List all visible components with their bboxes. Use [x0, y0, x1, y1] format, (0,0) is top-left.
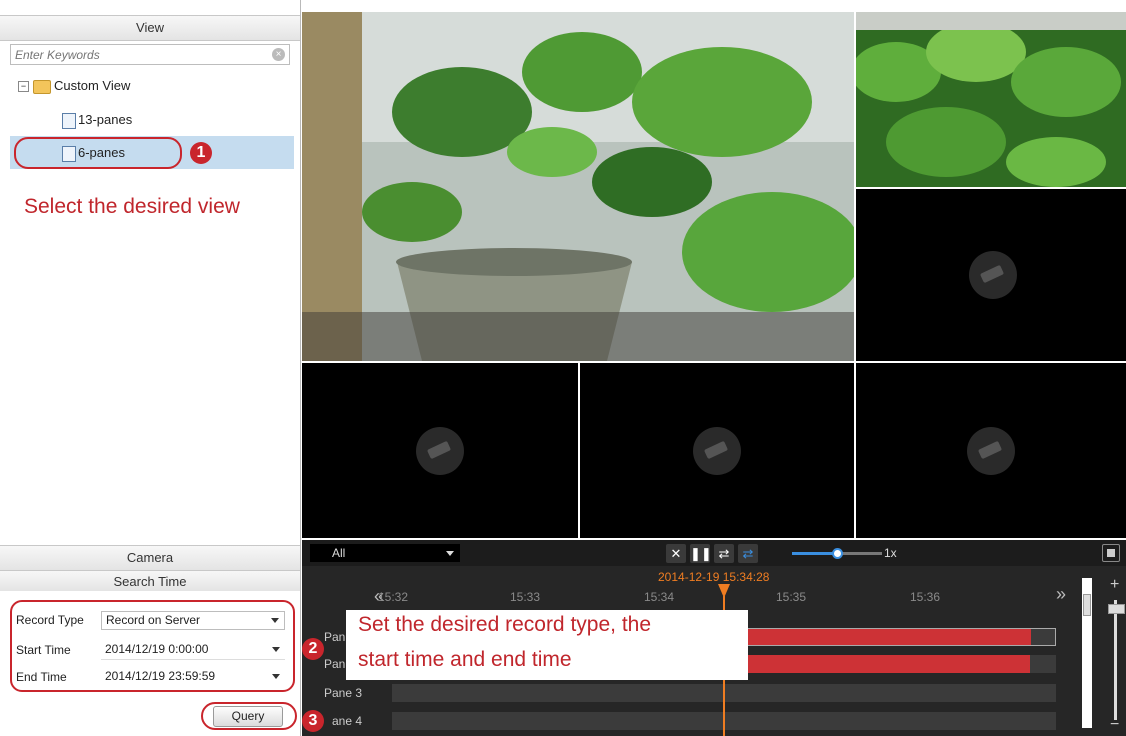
video-pane-6[interactable] — [856, 363, 1126, 538]
video-pane-2[interactable] — [856, 12, 1126, 187]
scroll-right-icon[interactable]: » — [1056, 584, 1066, 605]
tree-root-label: Custom View — [54, 78, 131, 93]
search-box: × — [10, 44, 290, 65]
pane-label: Pan — [324, 657, 346, 671]
tick-label: 15:35 — [776, 590, 807, 604]
swap-icon: ⇄ — [718, 546, 730, 561]
close-icon: ✕ — [670, 546, 682, 561]
playback-toolbar: All ✕ ❚❚ ⇄ ⇄ 1x — [302, 540, 1126, 566]
video-pane-5[interactable] — [580, 363, 854, 538]
current-time: 2014-12-19 15:34:28 — [658, 570, 770, 584]
folder-icon — [33, 79, 51, 94]
pane-label: Pane 3 — [324, 686, 363, 700]
camera-icon — [693, 427, 741, 475]
async-button[interactable]: ⇄ — [738, 544, 758, 563]
tick-label: 15:34 — [644, 590, 675, 604]
camera-panel-title: Camera — [0, 545, 300, 571]
search-input[interactable] — [11, 45, 269, 64]
clear-icon[interactable]: × — [272, 48, 285, 61]
video-pane-1[interactable] — [302, 12, 854, 361]
stop-button[interactable]: ✕ — [666, 544, 686, 563]
video-pane-4[interactable] — [302, 363, 578, 538]
pane-filter-value: All — [332, 546, 346, 560]
annotation-text-2a: Set the desired record type, the — [358, 613, 652, 636]
tick-label: 15:36 — [910, 590, 941, 604]
tree-root-custom-view[interactable]: − Custom View — [18, 73, 130, 99]
speed-slider-fill — [792, 552, 837, 555]
camera-icon — [967, 427, 1015, 475]
tick-label: 15:32 — [378, 590, 409, 604]
view-icon — [62, 112, 76, 129]
chevron-down-icon — [446, 551, 454, 556]
zoom-slider[interactable] — [1114, 600, 1117, 720]
zoom-out-icon[interactable]: − — [1110, 716, 1119, 734]
pane-filter-select[interactable]: All — [310, 544, 460, 562]
step-badge-3: 3 — [302, 710, 324, 732]
timeline-scrollbar[interactable] — [1082, 578, 1092, 728]
fullscreen-icon — [1107, 549, 1115, 557]
speed-slider[interactable] — [792, 548, 882, 559]
collapse-icon[interactable]: − — [18, 81, 29, 93]
pause-button[interactable]: ❚❚ — [690, 544, 712, 563]
step-badge-1: 1 — [190, 142, 212, 164]
video-frame-plant — [302, 12, 854, 361]
fullscreen-button[interactable] — [1102, 544, 1120, 562]
camera-icon — [416, 427, 464, 475]
pause-icon: ❚❚ — [690, 546, 712, 561]
annotation-oval-3 — [201, 702, 297, 730]
speed-label: 1x — [884, 546, 897, 560]
camera-icon — [969, 251, 1017, 299]
tree-item-13-panes[interactable]: 13-panes — [62, 107, 132, 133]
zoom-slider-handle[interactable] — [1108, 604, 1125, 614]
swap-blue-icon: ⇄ — [742, 546, 754, 561]
tree-item-label: 13-panes — [78, 112, 133, 127]
pane-label: ane 4 — [332, 714, 363, 728]
annotation-oval-1 — [14, 137, 182, 169]
sync-button[interactable]: ⇄ — [714, 544, 734, 563]
scrollbar-thumb[interactable] — [1083, 594, 1091, 616]
search-time-title: Search Time — [0, 570, 300, 591]
step-badge-2: 2 — [302, 638, 324, 660]
speed-slider-handle[interactable] — [832, 548, 843, 559]
view-panel-title: View — [0, 15, 300, 41]
pane-label: Pan — [324, 630, 346, 644]
annotation-box-2: Set the desired record type, the start t… — [346, 610, 748, 680]
annotation-oval-2 — [10, 600, 295, 692]
annotation-text-2b: start time and end time — [358, 648, 572, 671]
zoom-in-icon[interactable]: + — [1110, 576, 1119, 594]
left-panel: View × −Custom View 13-panes 6-panes 1 S… — [0, 0, 301, 736]
annotation-text-1: Select the desired view — [24, 195, 240, 218]
tick-label: 15:33 — [510, 590, 541, 604]
video-pane-3[interactable] — [856, 189, 1126, 361]
video-frame-leaves — [856, 12, 1126, 187]
